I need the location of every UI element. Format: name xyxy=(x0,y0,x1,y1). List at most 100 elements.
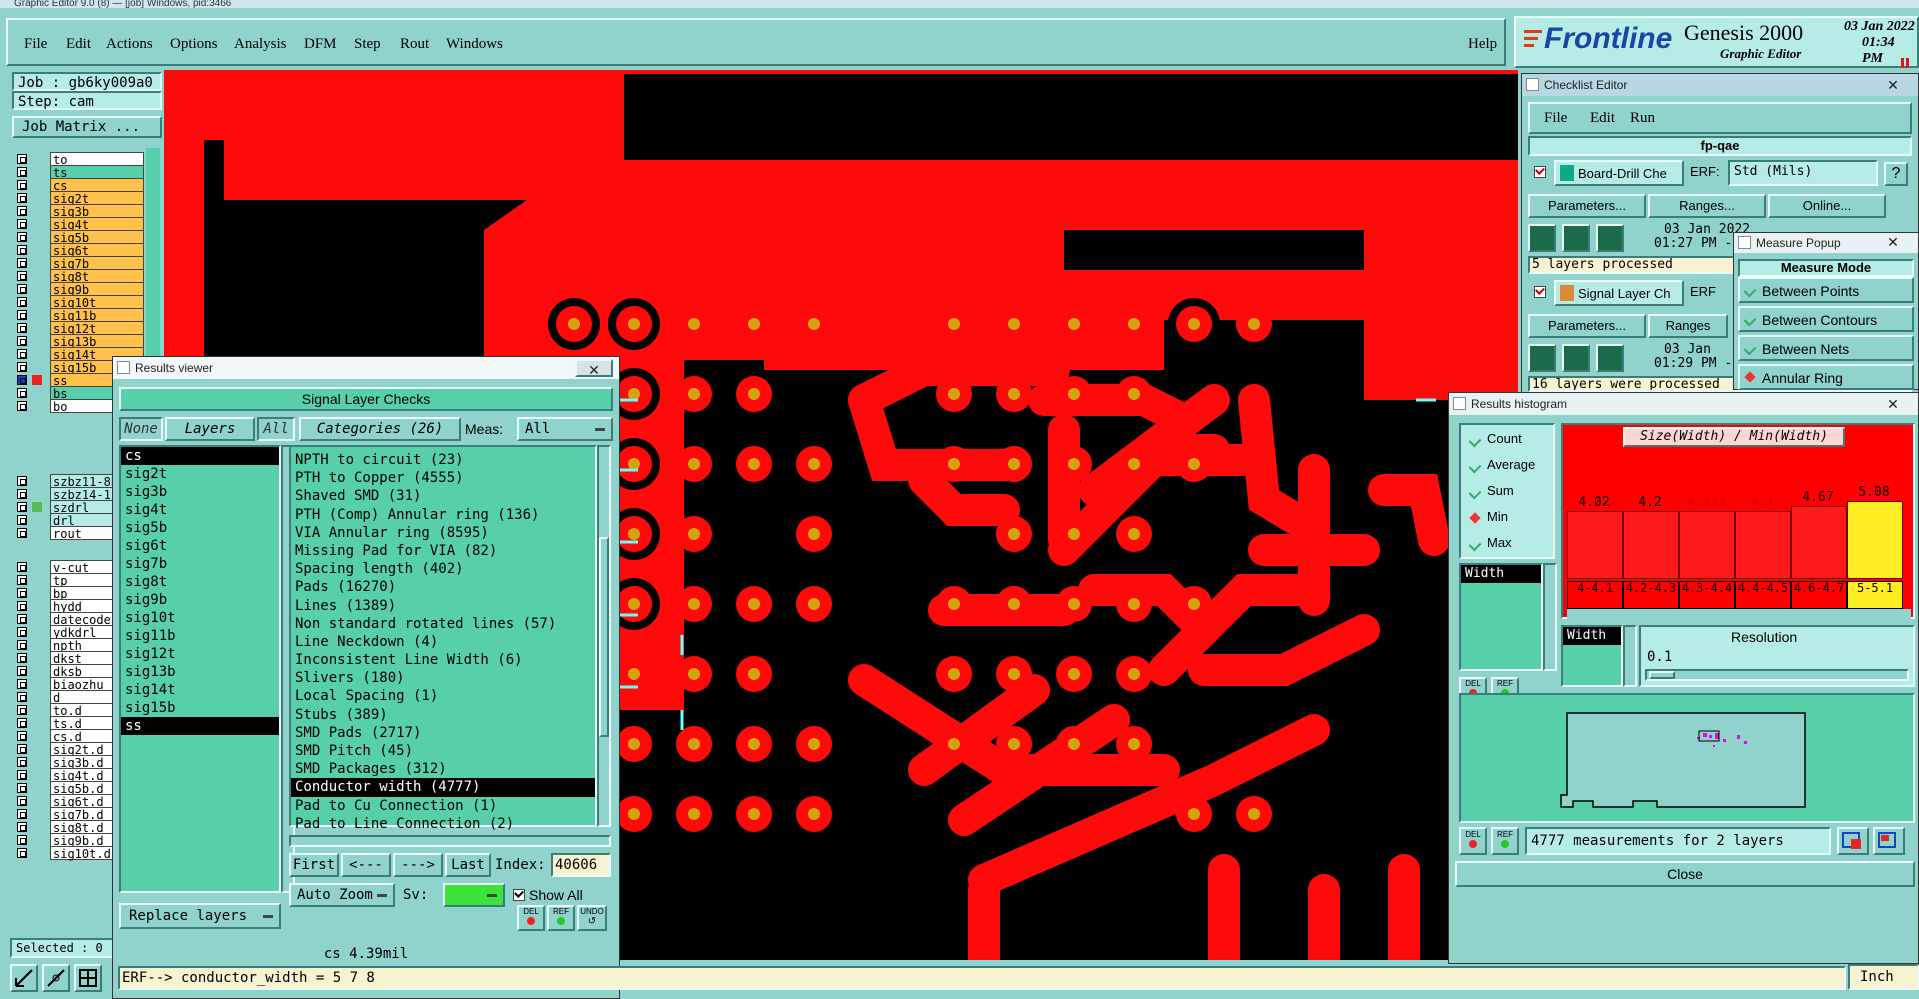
sv-color-dropdown[interactable] xyxy=(443,883,505,907)
row2-enable-checkbox[interactable] xyxy=(1534,285,1546,298)
categories-hscrollbar[interactable] xyxy=(289,835,611,847)
resolution-list-scrollbar[interactable] xyxy=(1623,625,1637,687)
layer-name[interactable]: sig12t xyxy=(50,321,144,336)
row2-ranges-button[interactable]: Ranges xyxy=(1648,314,1728,338)
layer-name[interactable]: sig2t xyxy=(50,191,144,206)
map-refresh-button[interactable]: REF xyxy=(1491,827,1519,855)
zoom-region-icon[interactable] xyxy=(1873,827,1905,855)
layer-toggle-checkbox[interactable] xyxy=(17,219,27,229)
layer-toggle-checkbox[interactable] xyxy=(17,627,27,637)
category-item[interactable]: PTH to Copper (4555) xyxy=(291,469,595,487)
layer-name[interactable]: cs xyxy=(50,178,144,193)
menu-analysis[interactable]: Analysis xyxy=(234,36,287,53)
category-item[interactable]: Slivers (180) xyxy=(291,669,595,687)
category-item[interactable]: Conductor width (4777) xyxy=(291,778,595,797)
refresh-result-button[interactable]: REF xyxy=(547,905,575,931)
layer-toggle-checkbox[interactable] xyxy=(17,757,27,767)
layer-toggle-checkbox[interactable] xyxy=(17,718,27,728)
close-icon[interactable]: ✕ xyxy=(1874,233,1912,251)
mode-annular-ring[interactable]: Annular Ring xyxy=(1738,364,1914,390)
layer-toggle-checkbox[interactable] xyxy=(17,362,27,372)
layer-toggle-checkbox[interactable] xyxy=(17,310,27,320)
row1-online-button[interactable]: Online... xyxy=(1768,194,1886,218)
category-item[interactable]: VIA Annular ring (8595) xyxy=(291,524,595,542)
layer-toggle-checkbox[interactable] xyxy=(17,336,27,346)
layer-name[interactable]: sig3b xyxy=(50,204,144,219)
layer-toggle-checkbox[interactable] xyxy=(17,323,27,333)
row1-erf-value[interactable]: Std (Mils) xyxy=(1728,160,1878,186)
category-item[interactable]: SMD Pads (2717) xyxy=(291,724,595,742)
layer-toggle-checkbox[interactable] xyxy=(17,401,27,411)
layer-toggle-checkbox[interactable] xyxy=(17,502,27,512)
category-item[interactable]: SMD Packages (312) xyxy=(291,760,595,778)
layer-toggle-checkbox[interactable] xyxy=(17,614,27,624)
histogram-bar[interactable] xyxy=(1567,511,1623,579)
stat-option[interactable]: Sum xyxy=(1465,481,1551,503)
menu-file[interactable]: File xyxy=(24,36,47,53)
layer-toggle-checkbox[interactable] xyxy=(17,180,27,190)
menu-edit[interactable]: Edit xyxy=(66,36,91,53)
histogram-hscrollbar[interactable] xyxy=(1567,609,1911,619)
category-item[interactable]: Spacing length (402) xyxy=(291,560,595,578)
layer-name[interactable]: sig4t xyxy=(50,217,144,232)
results-viewer-titlebar[interactable]: Results viewer ✕ xyxy=(113,357,619,379)
row1-help-button[interactable]: ? xyxy=(1884,162,1908,186)
layer-toggle-checkbox[interactable] xyxy=(17,193,27,203)
layer-name[interactable]: sig8t xyxy=(50,269,144,284)
layer-toggle-checkbox[interactable] xyxy=(17,258,27,268)
result-layer-item[interactable]: sig2t xyxy=(121,465,279,483)
categories-list[interactable]: NPTH to circuit (23) PTH to Copper (4555)… xyxy=(289,445,597,832)
row1-enable-checkbox[interactable] xyxy=(1534,165,1546,178)
layer-name[interactable]: sig5b xyxy=(50,230,144,245)
layer-toggle-checkbox[interactable] xyxy=(17,349,27,359)
category-item[interactable]: Stubs (389) xyxy=(291,706,595,724)
job-matrix-button[interactable]: Job Matrix ... xyxy=(12,116,162,138)
menu-rout[interactable]: Rout xyxy=(400,36,429,53)
field-list-scrollbar[interactable] xyxy=(1543,563,1557,671)
layers-button[interactable]: Layers xyxy=(165,417,255,441)
index-input[interactable]: 40606 xyxy=(551,853,611,877)
first-button[interactable]: First xyxy=(289,853,339,877)
layer-name[interactable]: to xyxy=(50,152,144,167)
layer-toggle-checkbox[interactable] xyxy=(17,271,27,281)
category-item[interactable]: Pads (16270) xyxy=(291,578,595,596)
row1-action-button[interactable]: Board-Drill Che xyxy=(1554,160,1684,186)
resolution-slider[interactable] xyxy=(1645,669,1909,681)
mode-between-points[interactable]: Between Points xyxy=(1738,277,1914,303)
layer-toggle-checkbox[interactable] xyxy=(17,744,27,754)
result-layer-item[interactable]: cs xyxy=(121,447,279,465)
meas-dropdown[interactable]: All xyxy=(517,417,613,441)
grid-tool-icon[interactable] xyxy=(74,964,102,992)
command-line[interactable]: ERF--> conductor_width = 5 7 8 xyxy=(118,966,1846,990)
layer-toggle-checkbox[interactable] xyxy=(17,562,27,572)
histogram-bar[interactable] xyxy=(1623,511,1679,579)
field-list[interactable]: Width xyxy=(1459,563,1543,671)
menu-dfm[interactable]: DFM xyxy=(304,36,337,53)
stat-option[interactable]: Min xyxy=(1465,507,1551,529)
stat-option[interactable]: Max xyxy=(1465,533,1551,555)
board-overview-map[interactable] xyxy=(1459,693,1915,823)
row1-results-icon[interactable] xyxy=(1562,224,1590,252)
layer-name[interactable]: sig13b xyxy=(50,334,144,349)
checklist-menu-edit[interactable]: Edit xyxy=(1590,110,1615,127)
checklist-editor-titlebar[interactable]: Checklist Editor ✕ xyxy=(1522,74,1918,96)
layer-name[interactable]: sig11b xyxy=(50,308,144,323)
category-item[interactable]: Local Spacing (1) xyxy=(291,687,595,705)
category-item[interactable]: NPTH to circuit (23) xyxy=(291,451,595,469)
results-layer-list[interactable]: cs sig2t sig3b sig4t sig5b sig6t sig7b sig8t sig… xyxy=(119,445,281,893)
histogram-bar[interactable] xyxy=(1791,506,1847,579)
next-button[interactable]: ---> xyxy=(393,853,443,877)
close-icon[interactable]: ✕ xyxy=(1874,395,1912,413)
histogram-bar[interactable] xyxy=(1679,511,1735,579)
categories-scroll-thumb[interactable] xyxy=(599,537,609,737)
layer-toggle-checkbox[interactable] xyxy=(17,206,27,216)
menu-options[interactable]: Options xyxy=(170,36,218,53)
layer-toggle-checkbox[interactable] xyxy=(17,588,27,598)
result-layer-item[interactable]: sig3b xyxy=(121,483,279,501)
layer-toggle-checkbox[interactable] xyxy=(17,232,27,242)
row2-view-icon[interactable] xyxy=(1596,344,1624,372)
auto-zoom-dropdown[interactable]: Auto Zoom xyxy=(289,883,395,907)
layer-toggle-checkbox[interactable] xyxy=(17,284,27,294)
category-item[interactable]: PTH (Comp) Annular ring (136) xyxy=(291,506,595,524)
layer-toggle-checkbox[interactable] xyxy=(17,640,27,650)
